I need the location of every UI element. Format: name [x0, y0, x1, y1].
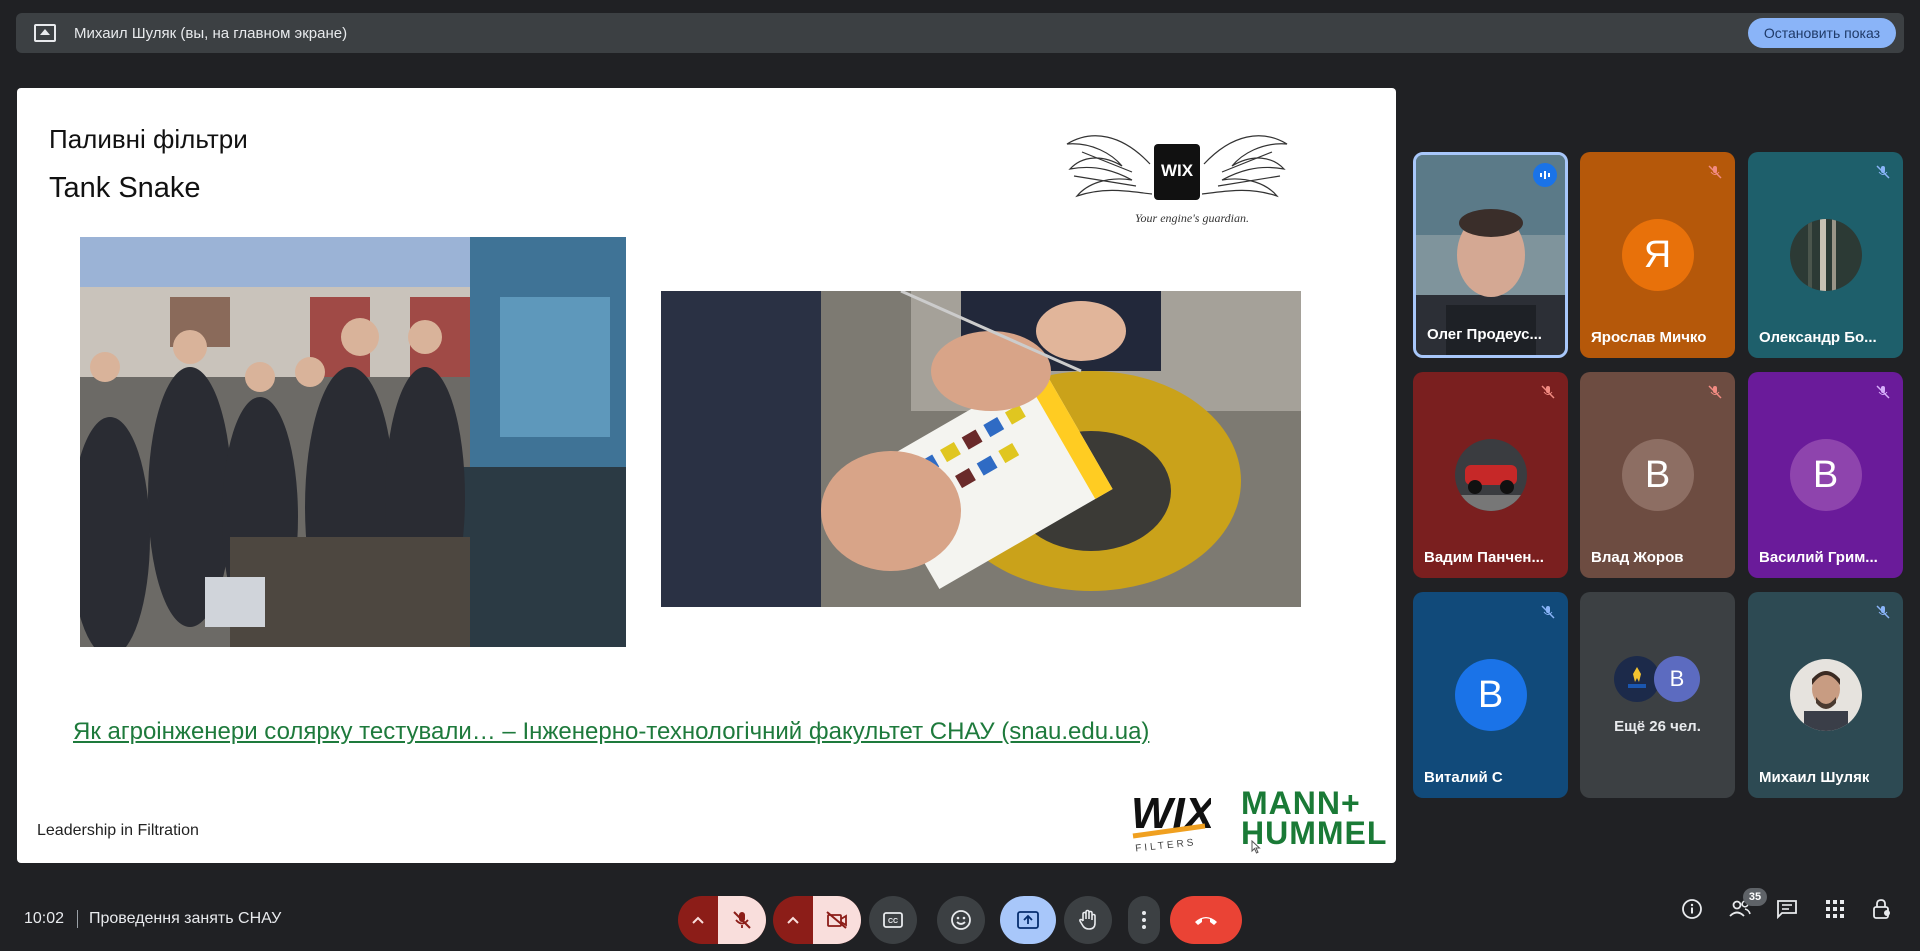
photo-students-tractor: [80, 237, 626, 647]
participant-name: Василий Грим...: [1759, 549, 1878, 566]
photo-test-card: [661, 291, 1301, 607]
leave-call-button[interactable]: [1170, 896, 1242, 944]
hand-icon: [1079, 909, 1096, 930]
info-icon: [1682, 899, 1702, 919]
mouse-cursor-icon: [1251, 840, 1261, 854]
wix-badge-text: WIX: [1161, 161, 1194, 180]
avatar: В: [1654, 656, 1700, 702]
slide-title: Паливні фільтри: [49, 124, 248, 154]
meeting-title: Проведення занять СНАУ: [89, 910, 282, 927]
present-screen-button[interactable]: [1000, 896, 1056, 944]
chevron-up-icon: [692, 916, 704, 924]
apps-grid-icon: [1826, 900, 1844, 918]
participant-tile[interactable]: В Влад Жоров: [1580, 372, 1735, 578]
participant-tile[interactable]: Я Ярослав Мичко: [1580, 152, 1735, 358]
avatar: [1789, 219, 1862, 291]
participant-name: Влад Жоров: [1591, 549, 1684, 566]
audio-control-group: [678, 896, 766, 944]
closed-captions-icon: CC: [883, 912, 903, 928]
mic-off-icon: [1703, 160, 1727, 184]
mic-off-icon: [1871, 380, 1895, 404]
participant-tile[interactable]: В Василий Грим...: [1748, 372, 1903, 578]
present-screen-icon: [34, 24, 56, 42]
video-options-button[interactable]: [773, 896, 813, 944]
participant-tile[interactable]: Олександр Бо...: [1748, 152, 1903, 358]
participant-name: Олександр Бо...: [1759, 329, 1877, 346]
avatar: [1789, 659, 1862, 731]
mic-off-icon: [1871, 600, 1895, 624]
activities-button[interactable]: [1819, 893, 1851, 925]
article-link[interactable]: Як агроінженери солярку тестували… – Інж…: [73, 718, 1149, 746]
participant-count-badge: 35: [1743, 888, 1767, 906]
present-to-all-icon: [1017, 911, 1039, 929]
presenting-bar: Михаил Шуляк (вы, на главном экране) Ост…: [16, 13, 1904, 53]
participant-tile[interactable]: Вадим Панчен...: [1413, 372, 1568, 578]
raise-hand-button[interactable]: [1064, 896, 1112, 944]
speaking-indicator-icon: [1533, 163, 1557, 187]
chat-button[interactable]: [1771, 893, 1803, 925]
mic-off-icon: [1536, 380, 1560, 404]
reactions-button[interactable]: [937, 896, 985, 944]
audio-options-button[interactable]: [678, 896, 718, 944]
avatar: Я: [1621, 219, 1694, 291]
mic-off-icon: [1871, 160, 1895, 184]
wix-filters-logo: WIX FILTERS: [1131, 789, 1211, 852]
captions-button[interactable]: CC: [869, 896, 917, 944]
participant-tile[interactable]: Олег Продеус...: [1413, 152, 1568, 358]
avatar: В: [1621, 439, 1694, 511]
mic-off-icon: [1536, 600, 1560, 624]
video-control-group: [773, 896, 861, 944]
slide-footer: Leadership in Filtration: [37, 822, 199, 839]
camera-off-icon: [826, 911, 847, 929]
emoji-icon: [951, 910, 971, 930]
lock-person-icon: [1873, 899, 1890, 919]
slide-subtitle: Tank Snake: [49, 172, 201, 204]
mann-logo-line2: HUMMEL: [1241, 815, 1388, 851]
participant-name: Михаил Шуляк: [1759, 769, 1870, 786]
host-controls-button[interactable]: [1866, 893, 1898, 925]
participant-name: Олег Продеус...: [1427, 326, 1542, 343]
stop-presenting-button[interactable]: Остановить показ: [1747, 18, 1896, 48]
clock: 10:02: [24, 910, 65, 927]
participant-name: Ярослав Мичко: [1591, 329, 1707, 346]
more-vert-icon: [1142, 911, 1146, 929]
participant-tile[interactable]: В Виталий С: [1413, 592, 1568, 798]
meeting-details-button[interactable]: [1676, 893, 1708, 925]
shared-slide: Паливні фільтри Tank Snake WIX Your engi…: [17, 88, 1396, 863]
svg-text:CC: CC: [888, 918, 898, 925]
divider: [77, 910, 78, 928]
mann-logo-line1: MANN+: [1241, 785, 1361, 821]
participant-tile[interactable]: Михаил Шуляк: [1748, 592, 1903, 798]
participant-name: Вадим Панчен...: [1424, 549, 1544, 566]
mann-hummel-logo: MANN+ HUMMEL: [1241, 785, 1388, 851]
chevron-up-icon: [787, 916, 799, 924]
mic-off-icon: [733, 911, 751, 929]
more-participants-tile[interactable]: В Ещё 26 чел.: [1580, 592, 1735, 798]
call-end-icon: [1195, 917, 1217, 925]
avatar: В: [1454, 659, 1527, 731]
wix-wings-logo: WIX Your engine's guardian.: [1066, 135, 1288, 225]
wix-logo-sub: FILTERS: [1135, 837, 1197, 852]
participant-name: Виталий С: [1424, 769, 1503, 786]
mic-off-icon: [1703, 380, 1727, 404]
avatar: В: [1789, 439, 1862, 511]
microphone-toggle-button[interactable]: [718, 896, 766, 944]
camera-toggle-button[interactable]: [813, 896, 861, 944]
chat-icon: [1777, 900, 1797, 919]
more-participants-label: Ещё 26 чел.: [1614, 718, 1701, 735]
wings-tagline: Your engine's guardian.: [1135, 211, 1249, 225]
presenter-status: Михаил Шуляк (вы, на главном экране): [74, 24, 348, 42]
avatar: [1454, 439, 1527, 511]
more-options-button[interactable]: [1128, 896, 1160, 944]
